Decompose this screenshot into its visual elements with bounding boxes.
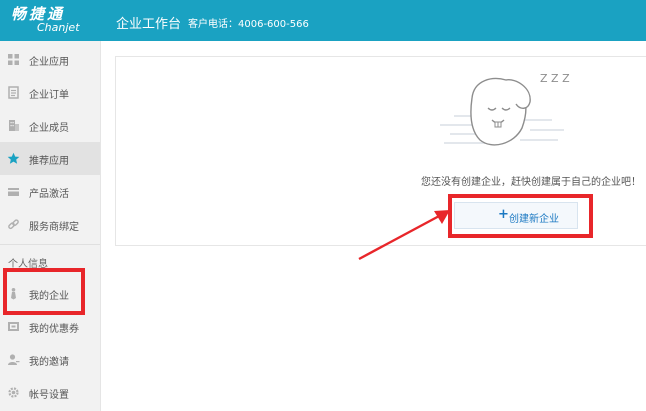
create-enterprise-label: 创建新企业 [509, 214, 559, 225]
top-bar: 畅捷通 Chanjet 企业工作台 客户电话：4006-600-566 [0, 0, 646, 41]
order-icon [8, 86, 19, 99]
sidebar-item-label: 服务商绑定 [29, 222, 79, 233]
sidebar-divider [0, 244, 100, 245]
app-title: 企业工作台 [116, 17, 182, 32]
link-icon [8, 219, 19, 230]
coupon-icon [8, 322, 19, 331]
sidebar-item-recommended-apps[interactable]: 推荐应用 [0, 142, 100, 175]
star-icon [7, 152, 20, 164]
sidebar-item-label: 产品激活 [29, 189, 69, 200]
create-enterprise-button[interactable]: + 创建新企业 [454, 202, 578, 229]
sidebar-item-enterprise-members[interactable]: 企业成员 [0, 109, 100, 142]
logo-english-text: Chanjet [37, 21, 80, 34]
sidebar-item-label: 帐号设置 [29, 390, 69, 401]
sleep-z-text: Z Z Z [540, 72, 570, 85]
sidebar-item-label: 我的邀请 [29, 357, 69, 368]
tie-icon [11, 288, 16, 300]
sidebar-item-provider-binding[interactable]: 服务商绑定 [0, 208, 100, 241]
annotation-arrow [358, 210, 450, 261]
sidebar: 企业应用 企业订单 企业成员 推荐应用 产品激活 服务商绑定 个人信息 我的企业… [0, 41, 101, 411]
gear-icon [8, 387, 19, 398]
sidebar-item-label: 我的优惠券 [29, 324, 79, 335]
grid-icon [8, 54, 19, 65]
sidebar-item-label: 我的企业 [29, 291, 69, 302]
user-icon [8, 354, 20, 365]
sidebar-item-enterprise-orders[interactable]: 企业订单 [0, 76, 100, 109]
personal-info-section-title: 个人信息 [8, 259, 48, 270]
customer-phone: 客户电话：4006-600-566 [188, 19, 309, 30]
sidebar-item-account-settings[interactable]: 帐号设置 [0, 376, 100, 409]
sleeping-mascot-illustration: Z Z Z [440, 72, 570, 146]
sidebar-item-label: 推荐应用 [29, 156, 69, 167]
sidebar-item-my-coupons[interactable]: 我的优惠券 [0, 310, 100, 343]
sidebar-item-enterprise-apps[interactable]: 企业应用 [0, 43, 100, 76]
building-icon [9, 120, 19, 131]
sidebar-item-my-invitations[interactable]: 我的邀请 [0, 343, 100, 376]
sidebar-item-label: 企业订单 [29, 90, 69, 101]
plus-icon: + [498, 207, 509, 222]
sidebar-item-label: 企业成员 [29, 123, 69, 134]
card-icon [8, 188, 19, 196]
chanjet-logo[interactable]: 畅捷通 Chanjet [0, 0, 100, 41]
sidebar-item-label: 企业应用 [29, 57, 69, 68]
sidebar-item-my-enterprise[interactable]: 我的企业 [0, 277, 100, 310]
empty-state-message: 您还没有创建企业，赶快创建属于自己的企业吧！ [421, 177, 641, 188]
sidebar-item-product-activation[interactable]: 产品激活 [0, 175, 100, 208]
